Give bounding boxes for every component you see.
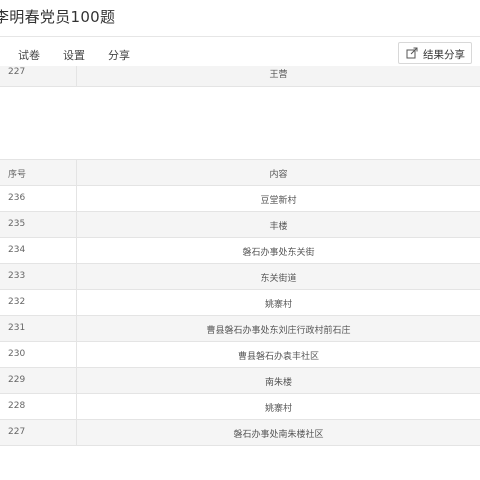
row-content: 王营 — [269, 70, 288, 80]
row-number: 232 — [8, 297, 26, 307]
row-content: 东关街道 — [260, 274, 297, 284]
result-share-button[interactable]: 结果分享 — [398, 42, 472, 64]
row-content: 丰楼 — [269, 222, 288, 232]
row-number: 229 — [8, 375, 26, 385]
header-number: 序号 — [8, 170, 27, 180]
row-content: 曹县磐石办袁丰社区 — [237, 352, 319, 362]
table-row: 233 东关街道 — [0, 264, 480, 290]
row-number: 234 — [8, 245, 26, 255]
row-number: 231 — [8, 323, 26, 333]
tab-share[interactable]: 分享 — [108, 47, 130, 63]
table-row: 230 曹县磐石办袁丰社区 — [0, 342, 480, 368]
row-content: 磐石办事处东关街 — [242, 248, 315, 258]
row-number: 235 — [8, 219, 26, 229]
table-header: 序号 内容 — [0, 160, 480, 186]
row-number: 236 — [8, 193, 26, 203]
previous-table-row: 227 王营 — [0, 66, 480, 87]
row-content: 南朱楼 — [264, 378, 292, 388]
table-row: 235 丰楼 — [0, 212, 480, 238]
row-content: 磐石办事处南朱楼社区 — [233, 430, 324, 440]
table-row: 232 姚寨村 — [0, 290, 480, 316]
table-row: 234 磐石办事处东关街 — [0, 238, 480, 264]
row-number: 230 — [8, 349, 26, 359]
table-row: 227 磐石办事处南朱楼社区 — [0, 420, 480, 446]
tab-settings[interactable]: 设置 — [63, 47, 85, 63]
page-title: 李明春党员100题 — [0, 8, 116, 26]
answers-table: 序号 内容 236 豆堂新村 235 丰楼 234 磐石办事处东关街 233 东… — [0, 159, 480, 446]
table-row: 236 豆堂新村 — [0, 186, 480, 212]
row-number: 228 — [8, 401, 26, 411]
share-icon — [406, 47, 418, 59]
row-content: 豆堂新村 — [260, 196, 297, 206]
table-row: 228 姚寨村 — [0, 394, 480, 420]
row-content: 曹县磐石办事处东刘庄行政村前石庄 — [206, 326, 351, 336]
row-number: 233 — [8, 271, 26, 281]
row-content: 姚寨村 — [264, 300, 292, 310]
row-number: 227 — [8, 67, 26, 77]
result-share-label: 结果分享 — [423, 49, 465, 61]
tab-paper[interactable]: 试卷 — [18, 47, 40, 63]
table-row: 229 南朱楼 — [0, 368, 480, 394]
table-row: 231 曹县磐石办事处东刘庄行政村前石庄 — [0, 316, 480, 342]
row-number: 227 — [8, 427, 26, 437]
row-content: 姚寨村 — [264, 404, 292, 414]
header-content: 内容 — [269, 170, 288, 180]
title-bar: 李明春党员100题 — [0, 0, 480, 37]
